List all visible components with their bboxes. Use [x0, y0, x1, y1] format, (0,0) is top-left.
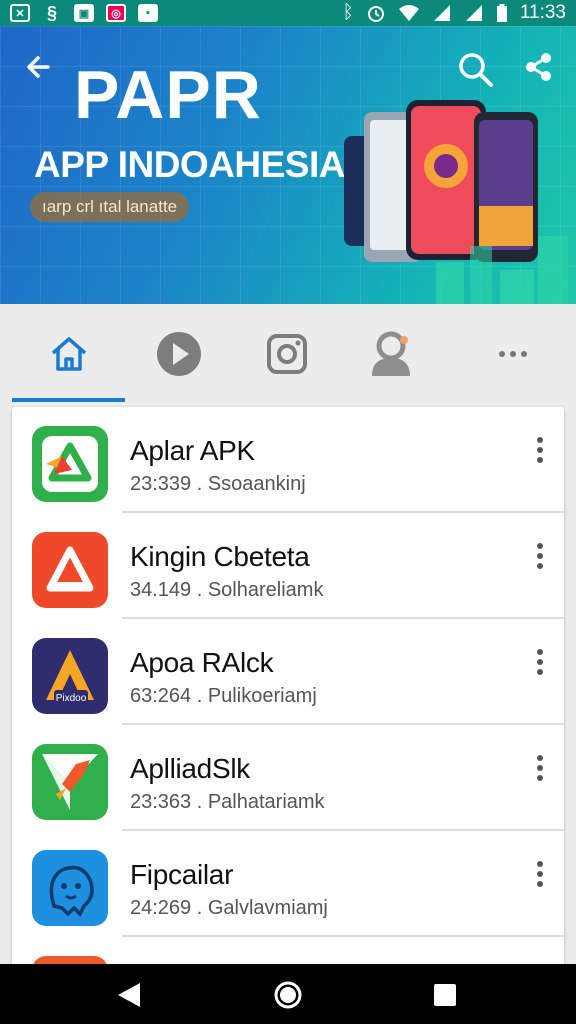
play-icon — [157, 332, 201, 376]
sync-icon: § — [46, 2, 57, 23]
blue-face-icon — [32, 850, 108, 926]
banner-subtitle: APP INDOAHESIA — [34, 144, 346, 185]
back-arrow-icon[interactable] — [22, 50, 56, 84]
tab-more[interactable] — [478, 324, 548, 384]
green-triangle-icon — [32, 426, 108, 502]
status-bar: ✕ § ▣ ◎ ▪ ᛒ 11:33 — [0, 0, 576, 26]
app-notification-icon: ✕ — [10, 4, 30, 22]
person-icon — [372, 331, 410, 376]
home-circle-icon — [274, 981, 302, 1009]
square-icon: ▪ — [138, 4, 158, 22]
svg-text:Pixdoo: Pixdoo — [56, 693, 87, 704]
app-meta: 34.149 . Solhareliamk — [130, 579, 324, 601]
app-list: Aplar APK 23:339 . Ssoaankinj Kingin Cbe… — [12, 407, 564, 967]
battery-icon — [496, 4, 507, 22]
overflow-menu-icon[interactable] — [528, 753, 552, 783]
app-name: Aplar APK — [130, 435, 255, 466]
app-meta: 23:363 . Palhatariamk — [130, 791, 325, 813]
active-tab-indicator — [12, 398, 125, 402]
gallery-icon: ▣ — [74, 4, 94, 22]
app-name: AplliadSlk — [130, 753, 250, 784]
signal-icon — [433, 5, 450, 21]
wifi-icon — [398, 5, 419, 21]
list-item-partial[interactable] — [12, 937, 564, 967]
red-triangle-icon — [32, 532, 108, 608]
overflow-menu-icon[interactable] — [528, 541, 552, 571]
app-name: Fipcailar — [130, 859, 234, 890]
app-name: Kingin Cbeteta — [130, 541, 310, 572]
instagram-icon — [267, 334, 307, 374]
tab-instagram[interactable] — [252, 324, 322, 384]
back-triangle-icon — [118, 983, 140, 1007]
list-item[interactable]: Fipcailar 24:269 . Galvlavmiamj — [12, 831, 564, 937]
overflow-menu-icon[interactable] — [528, 859, 552, 889]
alarm-icon — [367, 6, 384, 22]
tab-home[interactable] — [34, 324, 104, 384]
signal-icon — [465, 5, 482, 21]
tab-profile[interactable] — [356, 324, 426, 384]
nav-recents-button[interactable] — [428, 978, 462, 1012]
app-meta: 24:269 . Galvlavmiamj — [130, 897, 328, 919]
tab-play[interactable] — [144, 324, 214, 384]
paper-plane-icon — [32, 744, 108, 820]
recents-square-icon — [434, 984, 456, 1006]
bluetooth-icon: ᛒ — [342, 2, 354, 23]
overflow-menu-icon[interactable] — [528, 435, 552, 465]
nav-home-button[interactable] — [271, 978, 305, 1012]
app-meta: 63:264 . Pulikoeriamj — [130, 685, 317, 707]
camera-icon: ◎ — [106, 4, 126, 22]
share-icon[interactable] — [522, 50, 556, 84]
system-nav-bar — [0, 964, 576, 1024]
list-item[interactable]: AplliadSlk 23:363 . Palhatariamk — [12, 725, 564, 831]
city-illustration — [436, 236, 568, 304]
app-name: Apoa RAlck — [130, 647, 274, 678]
overflow-menu-icon[interactable] — [528, 647, 552, 677]
home-icon — [51, 337, 87, 371]
list-item[interactable]: Aplar APK 23:339 . Ssoaankinj — [12, 407, 564, 513]
app-meta: 23:339 . Ssoaankinj — [130, 473, 306, 495]
list-item[interactable]: Kingin Cbeteta 34.149 . Solhareliamk — [12, 513, 564, 619]
search-icon[interactable] — [456, 50, 494, 88]
more-horizontal-icon — [499, 351, 527, 357]
orange-a-icon: Pixdoo — [32, 638, 108, 714]
status-time: 11:33 — [519, 2, 566, 23]
nav-back-button[interactable] — [112, 978, 146, 1012]
category-tabs — [0, 304, 576, 402]
banner-title: PAPR — [74, 57, 262, 133]
list-item[interactable]: Pixdoo Apoa RAlck 63:264 . Pulikoeriamj — [12, 619, 564, 725]
header-banner: PAPR APP INDOAHESIA ıarp crl ıtal lanatt… — [0, 26, 576, 304]
banner-tagline: ıarp crl ıtal lanatte — [30, 192, 190, 222]
